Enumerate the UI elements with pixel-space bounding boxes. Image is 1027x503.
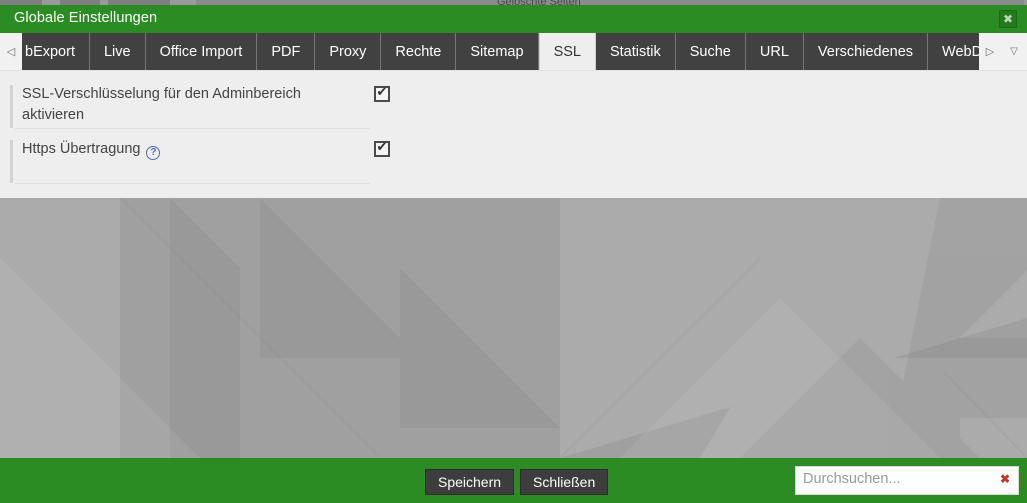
tab-scroll-right-icon[interactable]: ▷ xyxy=(979,33,1001,70)
setting-row: Https Übertragung? ✔ xyxy=(0,137,400,192)
tab-live[interactable]: Live xyxy=(89,33,146,70)
settings-form-panel: SSL-Verschlüsselung für den Adminbereich… xyxy=(0,70,1027,198)
setting-label: Https Übertragung? xyxy=(22,139,322,160)
tab-label: Live xyxy=(103,43,131,60)
decorative-background xyxy=(0,198,1027,458)
row-underline xyxy=(15,128,370,129)
tab-sitemap[interactable]: Sitemap xyxy=(456,33,539,70)
tab-scroll-left-icon[interactable]: ◁ xyxy=(0,33,22,70)
tab-label: Suche xyxy=(689,43,731,60)
dialog-titlebar: Globale Einstellungen ✖ xyxy=(0,5,1027,33)
tab-label: Proxy xyxy=(329,43,367,60)
tab-webdav[interactable]: WebDAV xyxy=(928,33,979,70)
tab-office-import[interactable]: Office Import xyxy=(145,33,258,70)
tab-label: PDF xyxy=(271,43,301,60)
global-settings-dialog: Gelöschte Seiten Globale Einstellungen ✖… xyxy=(0,0,1027,503)
tab-label: Statistik xyxy=(609,43,661,60)
tab-bexport[interactable]: bExport xyxy=(22,33,90,70)
row-underline xyxy=(15,183,370,184)
page-title: Globale Einstellungen xyxy=(14,10,158,26)
help-icon[interactable]: ? xyxy=(146,146,161,160)
tab-label: Rechte xyxy=(395,43,442,60)
tab-verschiedenes[interactable]: Verschiedenes xyxy=(803,33,929,70)
tab-label: URL xyxy=(759,43,789,60)
row-accent-bar xyxy=(10,85,13,128)
setting-checkbox[interactable]: ✔ xyxy=(374,84,390,102)
tab-pdf[interactable]: PDF xyxy=(257,33,316,70)
chevron-down-icon[interactable]: ▽ xyxy=(1001,33,1027,70)
tab-label: Office Import xyxy=(159,43,243,60)
setting-checkbox[interactable]: ✔ xyxy=(374,139,390,157)
search-field[interactable]: Durchsuchen... ✖ xyxy=(795,466,1019,495)
tab-label: Verschiedenes xyxy=(817,43,914,60)
check-icon: ✔ xyxy=(376,139,388,154)
background-pattern-icon xyxy=(0,198,1027,458)
tab-bar: ◁ bExport Live Office Import PDF Proxy Rechte… xyxy=(0,33,1027,70)
tab-suche[interactable]: Suche xyxy=(675,33,746,70)
close-icon[interactable]: ✖ xyxy=(999,10,1017,28)
form-rows: SSL-Verschlüsselung für den Adminbereich… xyxy=(0,82,400,192)
clear-search-icon[interactable]: ✖ xyxy=(1000,472,1010,486)
tab-ssl[interactable]: SSL xyxy=(538,33,596,70)
tab-label: bExport xyxy=(25,43,75,60)
check-icon: ✔ xyxy=(376,84,388,99)
setting-label: SSL-Verschlüsselung für den Adminbereich… xyxy=(22,84,322,126)
tab-rechte[interactable]: Rechte xyxy=(381,33,457,70)
search-input[interactable]: Durchsuchen... xyxy=(803,471,901,487)
tab-label: WebDAV xyxy=(942,43,979,60)
save-button[interactable]: Speichern xyxy=(425,469,515,495)
dialog-footer: Speichern Schließen Durchsuchen... ✖ xyxy=(0,458,1027,503)
setting-row: SSL-Verschlüsselung für den Adminbereich… xyxy=(0,82,400,137)
setting-label-text: Https Übertragung xyxy=(22,141,141,157)
tab-label: Sitemap xyxy=(470,43,524,60)
tab-label: SSL xyxy=(553,44,581,60)
row-accent-bar xyxy=(10,140,13,183)
tab-proxy[interactable]: Proxy xyxy=(315,33,382,70)
tabs-viewport: bExport Live Office Import PDF Proxy Rechte Si… xyxy=(22,33,979,70)
setting-label-text: SSL-Verschlüsselung für den Adminbereich… xyxy=(22,86,301,123)
close-button[interactable]: Schließen xyxy=(520,469,609,495)
tab-url[interactable]: URL xyxy=(745,33,804,70)
tab-statistik[interactable]: Statistik xyxy=(595,33,676,70)
